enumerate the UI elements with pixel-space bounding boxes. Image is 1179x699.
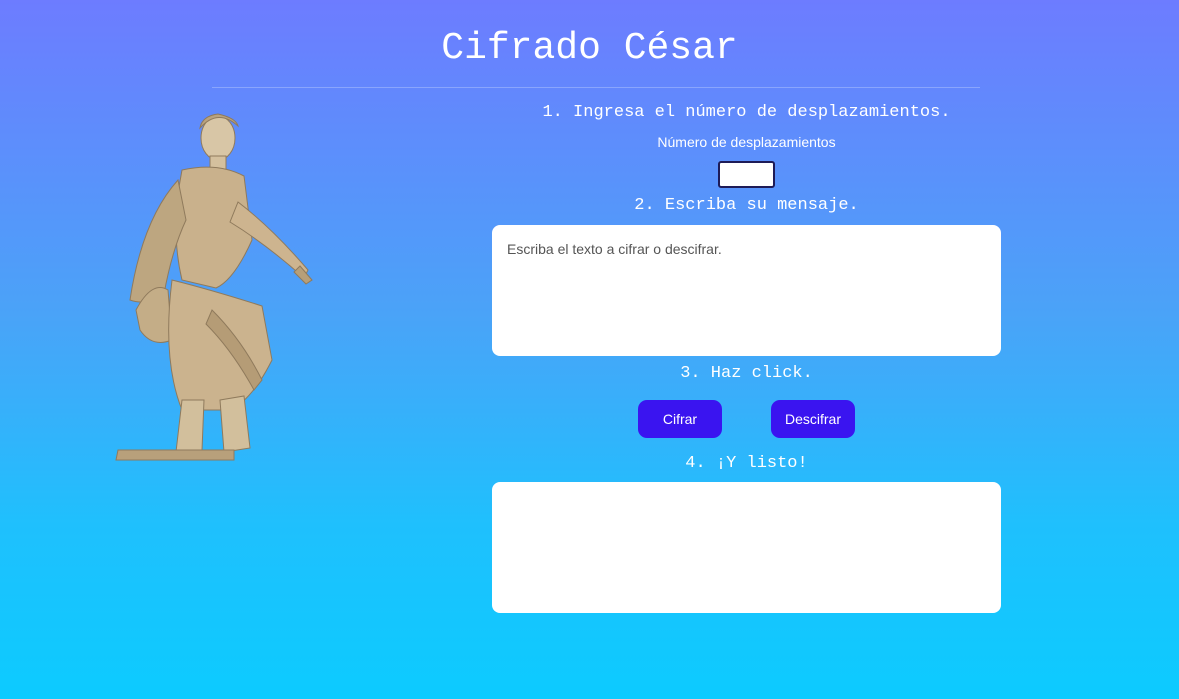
result-output[interactable] [492,482,1001,613]
encrypt-button[interactable]: Cifrar [638,400,722,438]
title-divider [212,87,980,88]
message-input[interactable] [492,225,1001,356]
caesar-statue-image [115,113,313,461]
step-3-heading: 3. Haz click. [680,364,813,383]
shift-label: Número de desplazamientos [657,134,836,150]
shift-input[interactable] [718,161,775,188]
step-2-heading: 2. Escriba su mensaje. [634,196,859,215]
step-4-heading: 4. ¡Y listo! [685,454,808,473]
step-1-heading: 1. Ingresa el número de desplazamientos. [542,103,951,122]
page-title: Cifrado César [441,27,738,70]
decrypt-button[interactable]: Descifrar [771,400,855,438]
